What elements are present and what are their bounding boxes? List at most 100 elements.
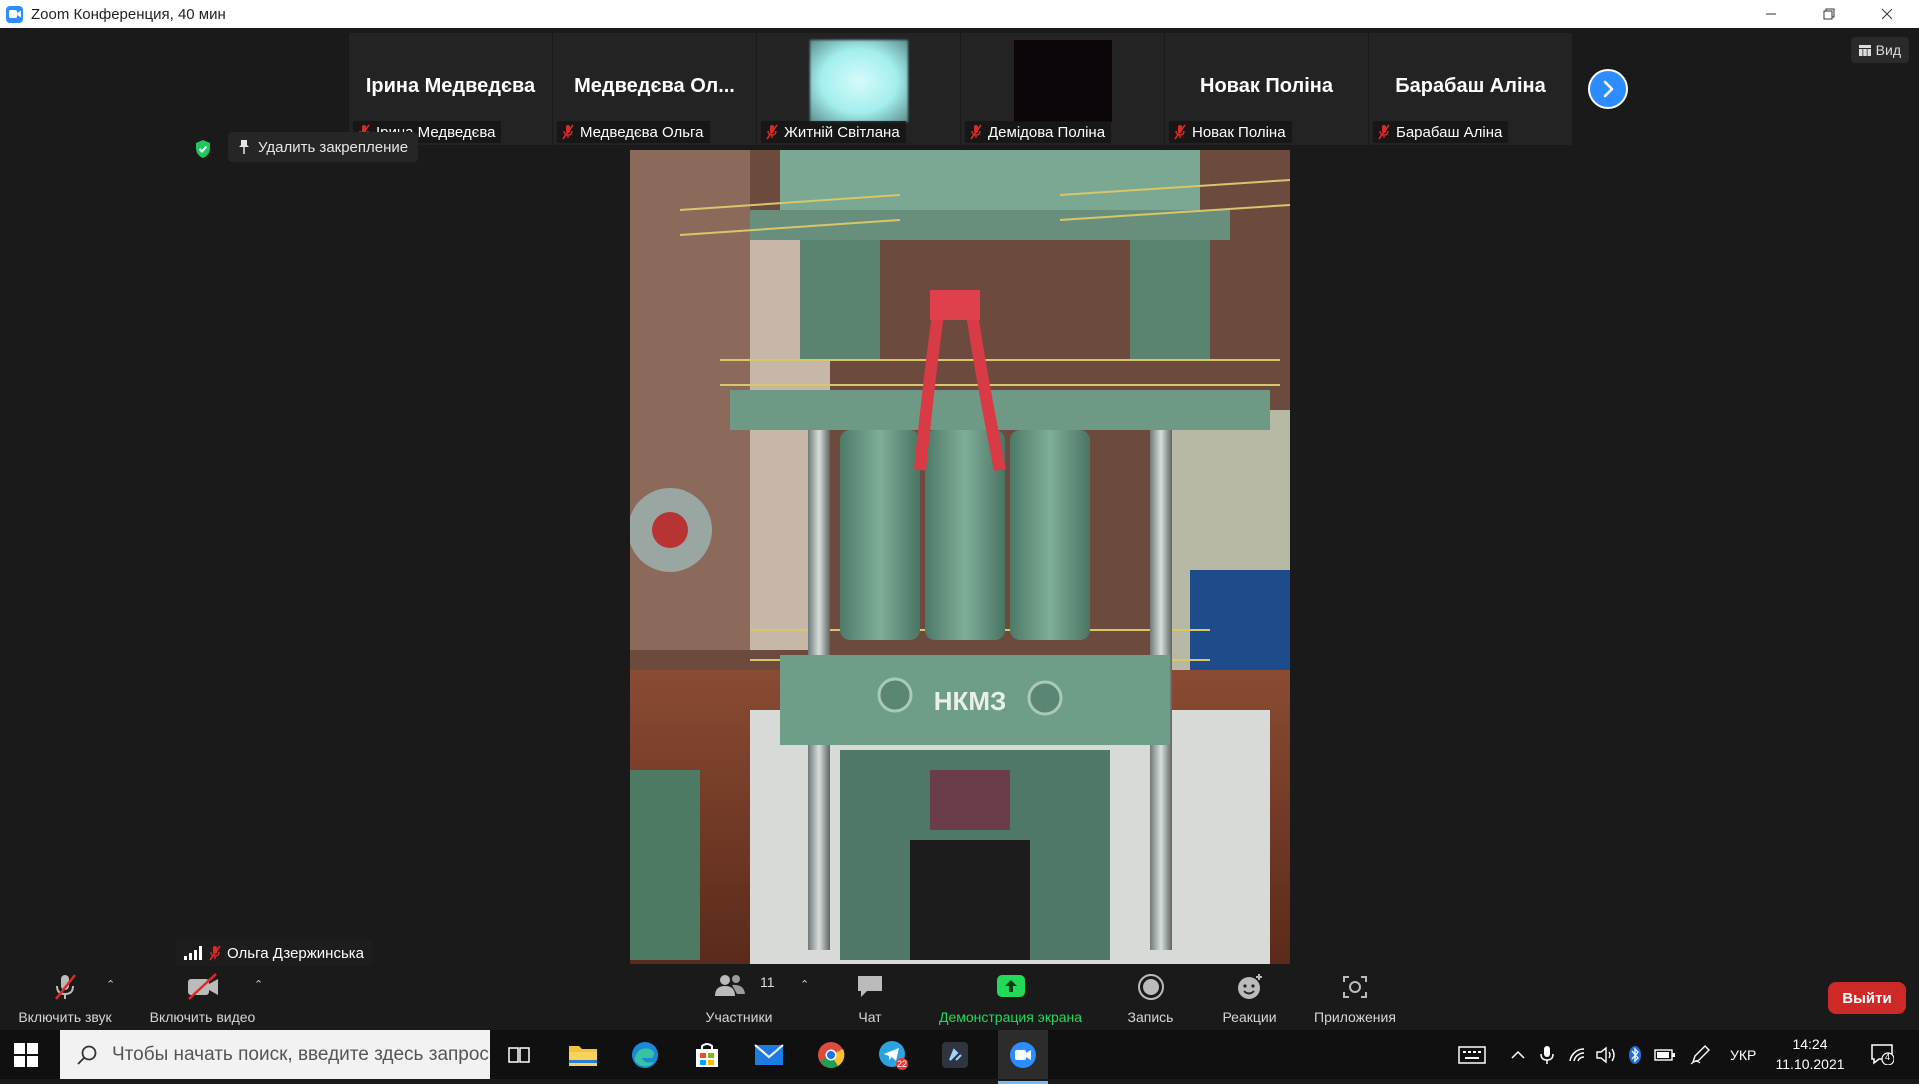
mic-off-icon <box>209 945 221 961</box>
chevron-right-icon <box>1603 80 1614 98</box>
participant-tile[interactable]: Житній Світлана <box>757 33 960 145</box>
mic-off-icon <box>1174 124 1186 140</box>
restore-icon[interactable] <box>1800 0 1858 28</box>
taskbar-clock[interactable]: 14:24 11.10.2021 <box>1760 1034 1860 1074</box>
speaker-name: Ольга Дзержинська <box>227 944 365 962</box>
participant-display-name: Медведєва Ол... <box>574 75 735 97</box>
clock-date: 11.10.2021 <box>1775 1056 1845 1072</box>
taskbar-search[interactable]: Чтобы начать поиск, введите здесь запрос <box>60 1030 490 1079</box>
record-button[interactable]: Запись <box>1118 966 1183 1030</box>
chevron-up-icon[interactable] <box>1510 1030 1526 1079</box>
participant-label: Медведєва Ольга <box>557 121 710 143</box>
apps-icon <box>1343 976 1367 998</box>
video-options-caret[interactable]: ⌃ <box>254 978 263 991</box>
notification-center-icon[interactable]: 4 <box>1870 1043 1895 1066</box>
bluetooth-icon[interactable] <box>1628 1030 1642 1079</box>
unpin-label: Удалить закрепление <box>258 138 409 156</box>
chat-button[interactable]: Чат <box>840 966 900 1030</box>
shield-check-icon[interactable] <box>194 139 212 159</box>
participant-label: Барабаш Аліна <box>1373 121 1509 143</box>
participant-name: Новак Поліна <box>1192 123 1286 141</box>
record-label: Запись <box>1127 1009 1174 1025</box>
share-screen-label: Демонстрация экрана <box>938 1009 1083 1025</box>
battery-icon[interactable] <box>1654 1030 1676 1079</box>
active-speaker-label: Ольга Дзержинська <box>176 940 373 966</box>
participant-name: Медведєва Ольга <box>580 123 704 141</box>
reaction-icon <box>1237 974 1262 999</box>
grid-icon <box>1858 44 1871 56</box>
search-icon <box>77 1045 97 1065</box>
participant-strip: Ірина Медведєва Ірина Медведєва Медведєв… <box>349 33 1573 145</box>
meeting-area: Ірина Медведєва Ірина Медведєва Медведєв… <box>0 28 1919 966</box>
participants-label: Участники <box>705 1009 773 1025</box>
minimize-icon[interactable] <box>1742 0 1800 28</box>
pen-icon[interactable] <box>1690 1030 1710 1079</box>
participant-label: Житній Світлана <box>761 121 906 143</box>
participant-tile[interactable]: Барабаш Аліна Барабаш Аліна <box>1369 33 1572 145</box>
chat-label: Чат <box>858 1009 882 1025</box>
participants-button[interactable]: 11 Участники <box>694 966 784 1030</box>
apps-label: Приложения <box>1314 1009 1396 1025</box>
windows-taskbar: Чтобы начать поиск, введите здесь запрос… <box>0 1030 1919 1084</box>
participant-name: Житній Світлана <box>784 123 900 141</box>
participant-tile[interactable]: Новак Поліна Новак Поліна <box>1165 33 1368 145</box>
chat-icon <box>858 976 882 997</box>
start-video-button[interactable]: Включить видео <box>140 966 265 1030</box>
record-icon <box>1137 974 1164 1000</box>
keyboard-icon[interactable] <box>1458 1030 1486 1079</box>
leave-button[interactable]: Выйти <box>1828 982 1906 1014</box>
next-page-button[interactable] <box>1588 69 1628 109</box>
signal-bars-icon <box>184 946 202 960</box>
zoom-app-icon <box>6 5 23 23</box>
close-icon[interactable] <box>1858 0 1916 28</box>
unmute-button[interactable]: Включить звук <box>10 966 120 1030</box>
pin-icon <box>239 140 249 154</box>
wifi-icon[interactable] <box>1568 1030 1588 1079</box>
microsoft-store-icon[interactable] <box>688 1036 726 1074</box>
meeting-toolbar: Включить звук ⌃ Включить видео ⌃ 11 Учас… <box>0 966 1919 1030</box>
participant-tile[interactable]: Ірина Медведєва Ірина Медведєва <box>349 33 552 145</box>
mic-off-icon <box>1378 124 1390 140</box>
participants-icon <box>715 975 745 996</box>
unpin-button[interactable]: Удалить закрепление <box>228 132 419 162</box>
participant-name: Барабаш Аліна <box>1396 123 1503 141</box>
participants-options-caret[interactable]: ⌃ <box>800 978 809 991</box>
telegram-badge: 22 <box>897 1059 908 1069</box>
telegram-icon[interactable]: 22 <box>874 1036 912 1074</box>
view-button[interactable]: Вид <box>1850 37 1909 63</box>
participant-display-name: Ірина Медведєва <box>365 75 536 97</box>
share-screen-icon <box>996 975 1025 997</box>
participant-display-name: Новак Поліна <box>1200 75 1333 97</box>
mic-off-icon <box>970 124 982 140</box>
apps-button[interactable]: Приложения <box>1305 966 1405 1030</box>
reactions-button[interactable]: Реакции <box>1212 966 1287 1030</box>
press-machine-video: НКМЗ <box>630 150 1290 964</box>
app-icon[interactable] <box>936 1036 974 1074</box>
mail-icon[interactable] <box>750 1036 788 1074</box>
unmute-label: Включить звук <box>18 1009 112 1025</box>
participant-tile[interactable]: Медведєва Ол... Медведєва Ольга <box>553 33 756 145</box>
window-title: Zoom Конференция, 40 мин <box>31 5 226 23</box>
start-video-label: Включить видео <box>149 1009 256 1025</box>
search-placeholder: Чтобы начать поиск, введите здесь запрос <box>112 1043 489 1065</box>
volume-icon[interactable] <box>1596 1030 1618 1079</box>
zoom-taskbar-icon[interactable] <box>998 1030 1048 1084</box>
microphone-icon[interactable] <box>1540 1030 1554 1079</box>
main-video: НКМЗ <box>630 150 1290 964</box>
participant-label: Демідова Поліна <box>965 121 1112 143</box>
view-button-label: Вид <box>1875 42 1901 58</box>
clock-time: 14:24 <box>1792 1036 1828 1052</box>
file-explorer-icon[interactable] <box>564 1036 602 1074</box>
task-view-icon[interactable] <box>500 1036 538 1074</box>
language-indicator[interactable]: УКР <box>1730 1030 1756 1079</box>
edge-browser-icon[interactable] <box>626 1036 664 1074</box>
reactions-label: Реакции <box>1222 1009 1277 1025</box>
audio-options-caret[interactable]: ⌃ <box>106 978 115 991</box>
share-screen-button[interactable]: Демонстрация экрана <box>928 966 1093 1030</box>
mic-off-icon <box>562 124 574 140</box>
participant-count: 11 <box>760 974 775 990</box>
participant-video <box>1013 40 1112 122</box>
participant-tile[interactable]: Демідова Поліна <box>961 33 1164 145</box>
chrome-icon[interactable] <box>812 1036 850 1074</box>
windows-start-icon[interactable] <box>14 1043 38 1067</box>
